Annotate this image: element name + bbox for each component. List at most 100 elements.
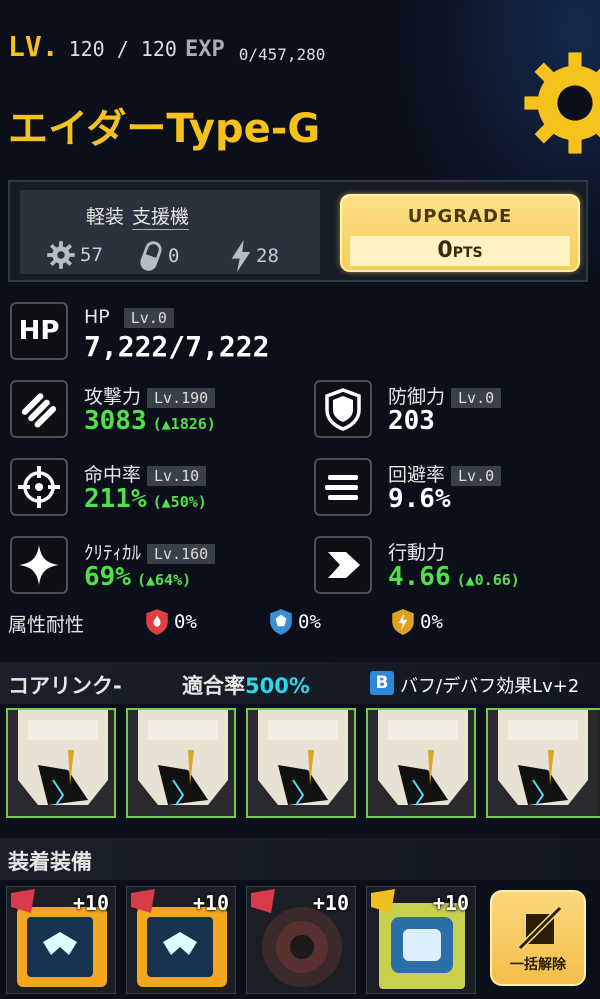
class-role: 支援機 [132, 202, 190, 230]
hp-name-row: HP Lv.0 [84, 306, 174, 328]
bolt-stat: 28 [230, 240, 279, 272]
fire-resist-value: 0% [174, 611, 197, 633]
action-value: 4.66 [388, 562, 451, 592]
ice-resist: 0% [268, 608, 321, 636]
action-value-row: 4.66 (▲0.66) [388, 562, 520, 592]
core-link-slot[interactable] [6, 708, 116, 818]
level-row: LV. 120 / 120 EXP 0/457,280 [8, 30, 325, 64]
equipment-slot[interactable]: +10 [246, 886, 356, 994]
exp-label: EXP [184, 37, 225, 62]
core-unit-portrait [8, 710, 114, 816]
accuracy-icon [10, 458, 68, 516]
core-link-rate-label: 適合率 [182, 674, 245, 698]
unequip-all-button[interactable]: 一括解除 [490, 890, 586, 986]
equipment-plus: +10 [432, 891, 469, 915]
attack-value: 3083 [84, 406, 147, 436]
action-name: 行動力 [388, 542, 446, 564]
equipment-plus: +10 [192, 891, 229, 915]
core-link-slot[interactable] [246, 708, 356, 818]
core-link-title: コアリンク- [8, 674, 122, 698]
hp-icon-text: HP [18, 316, 60, 346]
hp-name: HP [84, 306, 110, 328]
ice-resist-icon [270, 609, 292, 635]
action-icon [314, 536, 372, 594]
class-row: 軽装 支援機 [86, 202, 190, 230]
critical-icon [10, 536, 68, 594]
equipment-plus: +10 [72, 891, 109, 915]
equipment-slot[interactable]: +10 [366, 886, 476, 994]
equipment-title: 装着装備 [8, 850, 92, 874]
accuracy-value: 211% [84, 484, 147, 514]
core-link-rate: 適合率500% [182, 670, 310, 700]
evasion-lv: Lv.0 [451, 465, 502, 486]
capsule-stat: 0 [138, 240, 179, 272]
equipment-plus: +10 [312, 891, 349, 915]
gear-decoration-icon [524, 52, 600, 154]
action-bonus: (▲0.66) [456, 571, 520, 589]
thunder-resist: 0% [390, 608, 443, 636]
core-link-slot[interactable] [126, 708, 236, 818]
gear-stat: 57 [46, 240, 103, 270]
defense-name-row: 防御力 Lv.0 [388, 382, 502, 409]
evasion-name-row: 回避率 Lv.0 [388, 460, 502, 487]
buff-text: バフ/デバフ効果Lv+2 [400, 676, 580, 697]
defense-icon [314, 380, 372, 438]
accuracy-name: 命中率 [84, 464, 142, 486]
attack-lv: Lv.190 [147, 387, 216, 408]
fire-resist-icon [146, 609, 168, 635]
evasion-name: 回避率 [388, 464, 446, 486]
upgrade-button[interactable]: UPGRADE 0PTS [340, 194, 580, 272]
upgrade-points-unit: PTS [452, 245, 483, 261]
upgrade-points: 0PTS [350, 236, 570, 266]
resistance-row: 属性耐性 0% 0% 0% [8, 608, 598, 636]
capsule-icon [140, 241, 162, 271]
resistance-label: 属性耐性 [8, 614, 85, 636]
critical-lv: Lv.160 [147, 543, 216, 564]
bolt-count: 28 [256, 245, 279, 267]
attack-icon [10, 380, 68, 438]
core-link-slot[interactable] [366, 708, 476, 818]
defense-lv: Lv.0 [451, 387, 502, 408]
core-unit-portrait [248, 710, 354, 816]
critical-name: ｸﾘﾃｨｶﾙ [84, 542, 142, 564]
equipment-slot[interactable]: +10 [126, 886, 236, 994]
core-unit-portrait [368, 710, 474, 816]
attack-value-row: 3083 (▲1826) [84, 406, 216, 436]
critical-name-row: ｸﾘﾃｨｶﾙ Lv.160 [84, 538, 216, 565]
gear-icon [47, 241, 75, 269]
critical-bonus: (▲64%) [136, 571, 192, 589]
accuracy-name-row: 命中率 Lv.10 [84, 460, 207, 487]
thunder-resist-value: 0% [420, 611, 443, 633]
unequip-icon [517, 905, 563, 951]
accuracy-lv: Lv.10 [147, 465, 207, 486]
level-value: 120 / 120 [68, 37, 177, 61]
evasion-value: 9.6% [388, 484, 451, 514]
buff-badge: B [370, 671, 394, 695]
capsule-count: 0 [168, 245, 180, 267]
unit-name: エイダーType-G [8, 106, 321, 152]
hp-icon: HP [10, 302, 68, 360]
unit-info-panel: 軽装 支援機 57 0 28 UPGRADE 0PTS [8, 180, 588, 282]
unequip-all-label: 一括解除 [510, 957, 566, 973]
fire-resist: 0% [144, 608, 197, 636]
core-link-rate-value: 500% [245, 674, 310, 698]
critical-value-row: 69% (▲64%) [84, 562, 191, 592]
equipment-slot[interactable]: +10 [6, 886, 116, 994]
core-link-slot[interactable] [486, 708, 600, 818]
upgrade-points-value: 0 [437, 238, 453, 263]
core-unit-portrait [128, 710, 234, 816]
accuracy-value-row: 211% (▲50%) [84, 484, 207, 514]
attack-name-row: 攻撃力 Lv.190 [84, 382, 216, 409]
defense-value: 203 [388, 406, 435, 436]
hp-value: 7,222/7,222 [84, 330, 270, 363]
evasion-icon [314, 458, 372, 516]
bolt-icon [231, 240, 251, 272]
level-label: LV. [8, 30, 59, 63]
defense-name: 防御力 [388, 386, 446, 408]
upgrade-label: UPGRADE [407, 206, 513, 227]
ice-resist-value: 0% [298, 611, 321, 633]
class-weight: 軽装 [86, 206, 125, 228]
accuracy-bonus: (▲50%) [152, 493, 207, 511]
critical-value: 69% [84, 562, 131, 592]
attack-bonus: (▲1826) [152, 415, 216, 433]
